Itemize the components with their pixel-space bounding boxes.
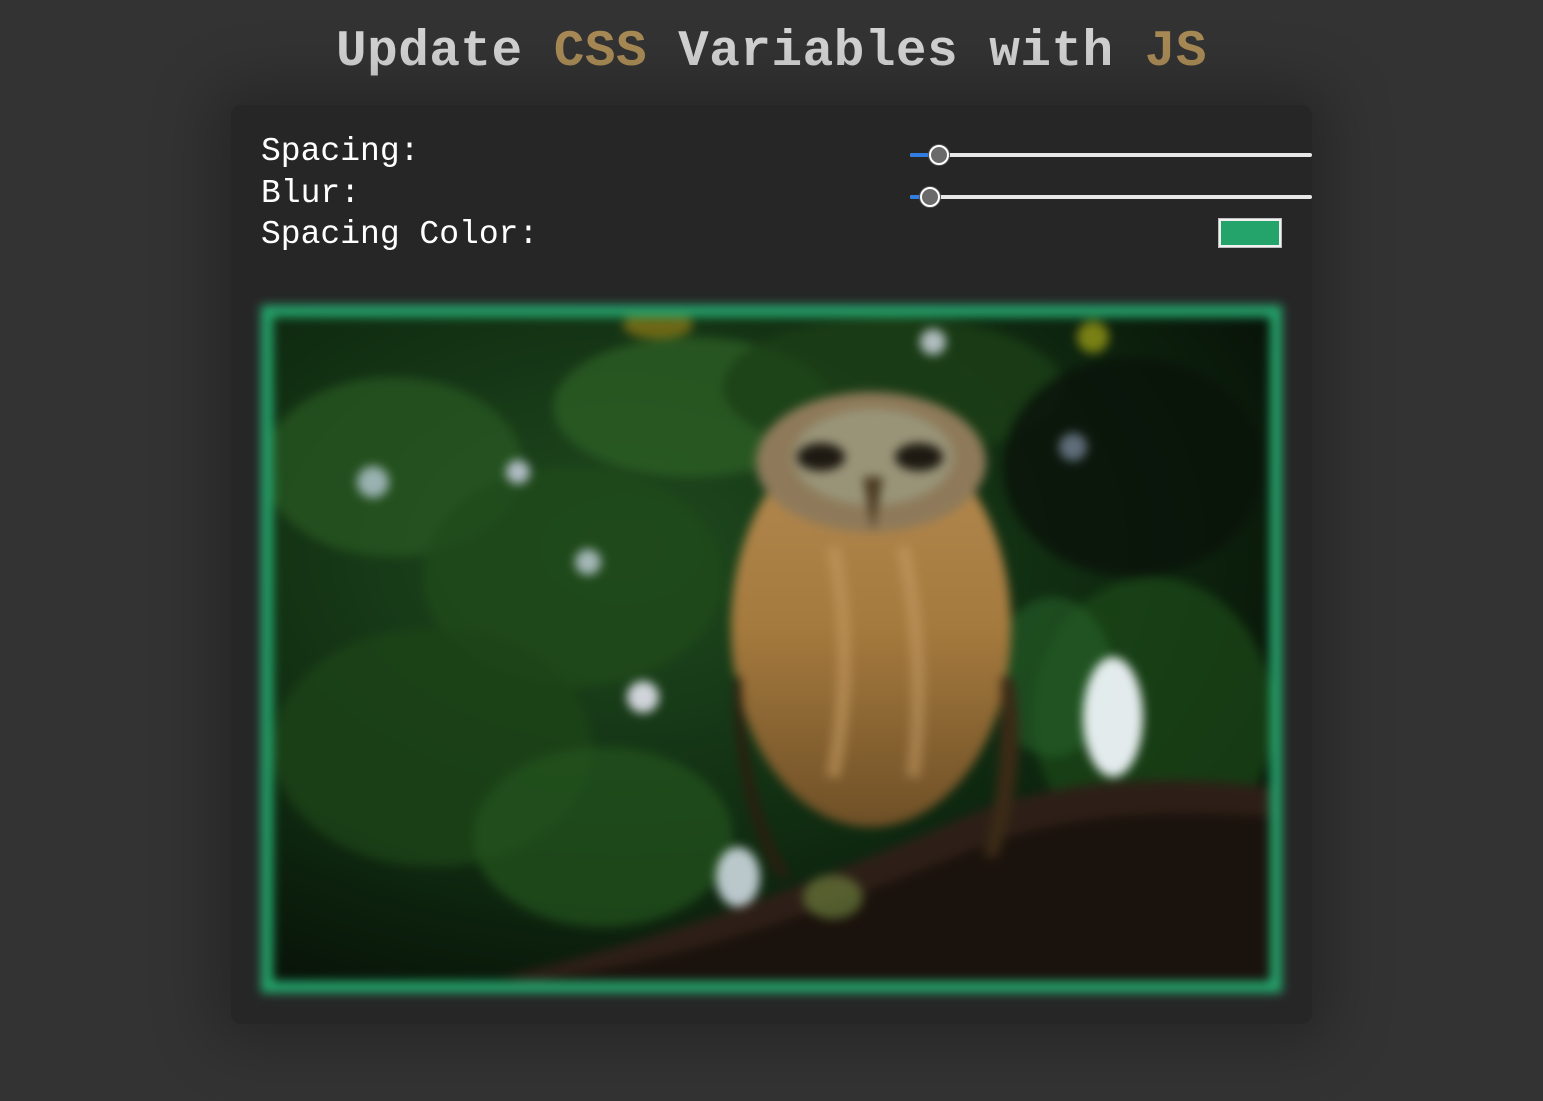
title-text-2: Variables with xyxy=(647,24,1145,81)
page-title: Update CSS Variables with JS xyxy=(0,24,1543,81)
spacing-control: Spacing: xyxy=(261,132,1312,172)
spacing-color-picker[interactable] xyxy=(1218,218,1282,248)
spacing-color-label: Spacing Color: xyxy=(261,216,539,253)
blur-slider-thumb[interactable] xyxy=(919,187,940,207)
color-swatch xyxy=(1221,221,1279,245)
controls-panel: Spacing: Blur: Spacing Color: xyxy=(231,105,1312,1024)
title-css-highlight: CSS xyxy=(553,24,648,81)
spacing-slider-track[interactable] xyxy=(910,153,1312,157)
spacing-color-control: Spacing Color: xyxy=(261,215,1282,255)
owl-image xyxy=(261,305,1282,993)
title-text-1: Update xyxy=(336,24,554,81)
title-js-highlight: JS xyxy=(1144,24,1207,81)
owl-photo xyxy=(273,317,1270,981)
blur-slider-track[interactable] xyxy=(910,195,1312,199)
blur-label: Blur: xyxy=(261,175,361,212)
spacing-label: Spacing: xyxy=(261,133,420,170)
spacing-slider[interactable] xyxy=(910,142,1312,168)
page: Update CSS Variables with JS Spacing: Bl… xyxy=(0,0,1543,1101)
spacing-slider-thumb[interactable] xyxy=(929,145,950,165)
blur-slider[interactable] xyxy=(910,184,1312,210)
blur-control: Blur: xyxy=(261,174,1312,214)
